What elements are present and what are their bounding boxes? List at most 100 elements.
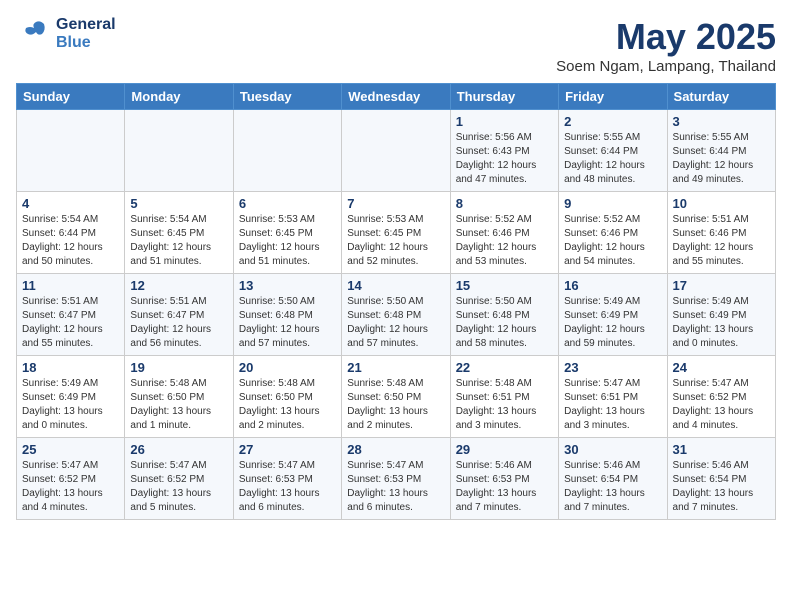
day-number: 21: [347, 360, 444, 375]
title-block: May 2025 Soem Ngam, Lampang, Thailand: [556, 16, 776, 75]
day-number: 4: [22, 196, 119, 211]
day-number: 16: [564, 278, 661, 293]
weekday-header-monday: Monday: [125, 84, 233, 110]
day-info: Sunrise: 5:47 AM Sunset: 6:52 PM Dayligh…: [22, 459, 119, 515]
day-cell: 4 Sunrise: 5:54 AM Sunset: 6:44 PM Daylig…: [17, 192, 125, 274]
day-number: 9: [564, 196, 661, 211]
day-cell: 24 Sunrise: 5:47 AM Sunset: 6:52 PM Dayli…: [667, 356, 775, 438]
day-info: Sunrise: 5:48 AM Sunset: 6:50 PM Dayligh…: [130, 377, 227, 433]
day-cell: 12 Sunrise: 5:51 AM Sunset: 6:47 PM Dayli…: [125, 274, 233, 356]
day-info: Sunrise: 5:47 AM Sunset: 6:52 PM Dayligh…: [130, 459, 227, 515]
day-cell: 9 Sunrise: 5:52 AM Sunset: 6:46 PM Daylig…: [559, 192, 667, 274]
weekday-header-wednesday: Wednesday: [342, 84, 450, 110]
day-number: 23: [564, 360, 661, 375]
day-info: Sunrise: 5:51 AM Sunset: 6:47 PM Dayligh…: [22, 295, 119, 351]
day-number: 26: [130, 442, 227, 457]
day-number: 8: [456, 196, 553, 211]
day-cell: 25 Sunrise: 5:47 AM Sunset: 6:52 PM Dayli…: [17, 438, 125, 520]
day-cell: 18 Sunrise: 5:49 AM Sunset: 6:49 PM Dayli…: [17, 356, 125, 438]
day-number: 29: [456, 442, 553, 457]
weekday-header-thursday: Thursday: [450, 84, 558, 110]
day-cell: 23 Sunrise: 5:47 AM Sunset: 6:51 PM Dayli…: [559, 356, 667, 438]
day-info: Sunrise: 5:47 AM Sunset: 6:52 PM Dayligh…: [673, 377, 770, 433]
day-number: 3: [673, 114, 770, 129]
day-info: Sunrise: 5:51 AM Sunset: 6:47 PM Dayligh…: [130, 295, 227, 351]
day-number: 11: [22, 278, 119, 293]
day-cell: 28 Sunrise: 5:47 AM Sunset: 6:53 PM Dayli…: [342, 438, 450, 520]
weekday-header-row: SundayMondayTuesdayWednesdayThursdayFrid…: [17, 84, 776, 110]
day-number: 28: [347, 442, 444, 457]
day-number: 25: [22, 442, 119, 457]
page-header: General Blue May 2025 Soem Ngam, Lampang…: [16, 16, 776, 75]
day-cell: 20 Sunrise: 5:48 AM Sunset: 6:50 PM Dayli…: [233, 356, 341, 438]
day-info: Sunrise: 5:55 AM Sunset: 6:44 PM Dayligh…: [673, 131, 770, 187]
day-info: Sunrise: 5:47 AM Sunset: 6:51 PM Dayligh…: [564, 377, 661, 433]
day-info: Sunrise: 5:46 AM Sunset: 6:53 PM Dayligh…: [456, 459, 553, 515]
day-cell: 22 Sunrise: 5:48 AM Sunset: 6:51 PM Dayli…: [450, 356, 558, 438]
day-info: Sunrise: 5:54 AM Sunset: 6:45 PM Dayligh…: [130, 213, 227, 269]
week-row-1: 1Sunrise: 5:56 AM Sunset: 6:43 PM Daylig…: [17, 110, 776, 192]
weekday-header-sunday: Sunday: [17, 84, 125, 110]
day-info: Sunrise: 5:48 AM Sunset: 6:50 PM Dayligh…: [239, 377, 336, 433]
day-number: 19: [130, 360, 227, 375]
calendar-table: SundayMondayTuesdayWednesdayThursdayFrid…: [16, 83, 776, 520]
location-title: Soem Ngam, Lampang, Thailand: [556, 58, 776, 75]
day-info: Sunrise: 5:50 AM Sunset: 6:48 PM Dayligh…: [347, 295, 444, 351]
day-cell: [17, 110, 125, 192]
day-cell: 30 Sunrise: 5:46 AM Sunset: 6:54 PM Dayli…: [559, 438, 667, 520]
day-info: Sunrise: 5:52 AM Sunset: 6:46 PM Dayligh…: [456, 213, 553, 269]
day-info: Sunrise: 5:48 AM Sunset: 6:51 PM Dayligh…: [456, 377, 553, 433]
day-cell: 11 Sunrise: 5:51 AM Sunset: 6:47 PM Dayli…: [17, 274, 125, 356]
day-info: Sunrise: 5:49 AM Sunset: 6:49 PM Dayligh…: [22, 377, 119, 433]
day-cell: [233, 110, 341, 192]
week-row-3: 11 Sunrise: 5:51 AM Sunset: 6:47 PM Dayli…: [17, 274, 776, 356]
day-info: Sunrise: 5:53 AM Sunset: 6:45 PM Dayligh…: [347, 213, 444, 269]
week-row-5: 25 Sunrise: 5:47 AM Sunset: 6:52 PM Dayli…: [17, 438, 776, 520]
week-row-4: 18 Sunrise: 5:49 AM Sunset: 6:49 PM Dayli…: [17, 356, 776, 438]
day-number: 13: [239, 278, 336, 293]
day-number: 30: [564, 442, 661, 457]
logo: General Blue: [16, 16, 116, 52]
day-cell: 10Sunrise: 5:51 AM Sunset: 6:46 PM Dayli…: [667, 192, 775, 274]
day-info: Sunrise: 5:55 AM Sunset: 6:44 PM Dayligh…: [564, 131, 661, 187]
day-number: 6: [239, 196, 336, 211]
day-info: Sunrise: 5:53 AM Sunset: 6:45 PM Dayligh…: [239, 213, 336, 269]
day-cell: [125, 110, 233, 192]
day-info: Sunrise: 5:54 AM Sunset: 6:44 PM Dayligh…: [22, 213, 119, 269]
weekday-header-saturday: Saturday: [667, 84, 775, 110]
weekday-header-tuesday: Tuesday: [233, 84, 341, 110]
day-info: Sunrise: 5:49 AM Sunset: 6:49 PM Dayligh…: [564, 295, 661, 351]
day-number: 27: [239, 442, 336, 457]
day-cell: 6 Sunrise: 5:53 AM Sunset: 6:45 PM Daylig…: [233, 192, 341, 274]
day-cell: 26 Sunrise: 5:47 AM Sunset: 6:52 PM Dayli…: [125, 438, 233, 520]
day-info: Sunrise: 5:46 AM Sunset: 6:54 PM Dayligh…: [564, 459, 661, 515]
month-title: May 2025: [556, 16, 776, 58]
day-info: Sunrise: 5:46 AM Sunset: 6:54 PM Dayligh…: [673, 459, 770, 515]
day-number: 20: [239, 360, 336, 375]
day-cell: 1Sunrise: 5:56 AM Sunset: 6:43 PM Daylig…: [450, 110, 558, 192]
day-cell: 21 Sunrise: 5:48 AM Sunset: 6:50 PM Dayli…: [342, 356, 450, 438]
day-number: 2: [564, 114, 661, 129]
day-info: Sunrise: 5:47 AM Sunset: 6:53 PM Dayligh…: [239, 459, 336, 515]
day-info: Sunrise: 5:49 AM Sunset: 6:49 PM Dayligh…: [673, 295, 770, 351]
day-info: Sunrise: 5:50 AM Sunset: 6:48 PM Dayligh…: [456, 295, 553, 351]
logo-general-text: General: [56, 16, 116, 34]
day-cell: 2 Sunrise: 5:55 AM Sunset: 6:44 PM Daylig…: [559, 110, 667, 192]
day-cell: 14Sunrise: 5:50 AM Sunset: 6:48 PM Dayli…: [342, 274, 450, 356]
day-number: 18: [22, 360, 119, 375]
day-cell: 27 Sunrise: 5:47 AM Sunset: 6:53 PM Dayli…: [233, 438, 341, 520]
day-number: 1: [456, 114, 553, 129]
day-number: 12: [130, 278, 227, 293]
day-number: 24: [673, 360, 770, 375]
day-number: 22: [456, 360, 553, 375]
logo-label: General Blue: [56, 16, 116, 51]
day-number: 7: [347, 196, 444, 211]
day-cell: 5Sunrise: 5:54 AM Sunset: 6:45 PM Daylig…: [125, 192, 233, 274]
day-number: 17: [673, 278, 770, 293]
day-info: Sunrise: 5:52 AM Sunset: 6:46 PM Dayligh…: [564, 213, 661, 269]
day-cell: 3 Sunrise: 5:55 AM Sunset: 6:44 PM Daylig…: [667, 110, 775, 192]
day-info: Sunrise: 5:50 AM Sunset: 6:48 PM Dayligh…: [239, 295, 336, 351]
day-info: Sunrise: 5:47 AM Sunset: 6:53 PM Dayligh…: [347, 459, 444, 515]
day-info: Sunrise: 5:48 AM Sunset: 6:50 PM Dayligh…: [347, 377, 444, 433]
day-number: 31: [673, 442, 770, 457]
